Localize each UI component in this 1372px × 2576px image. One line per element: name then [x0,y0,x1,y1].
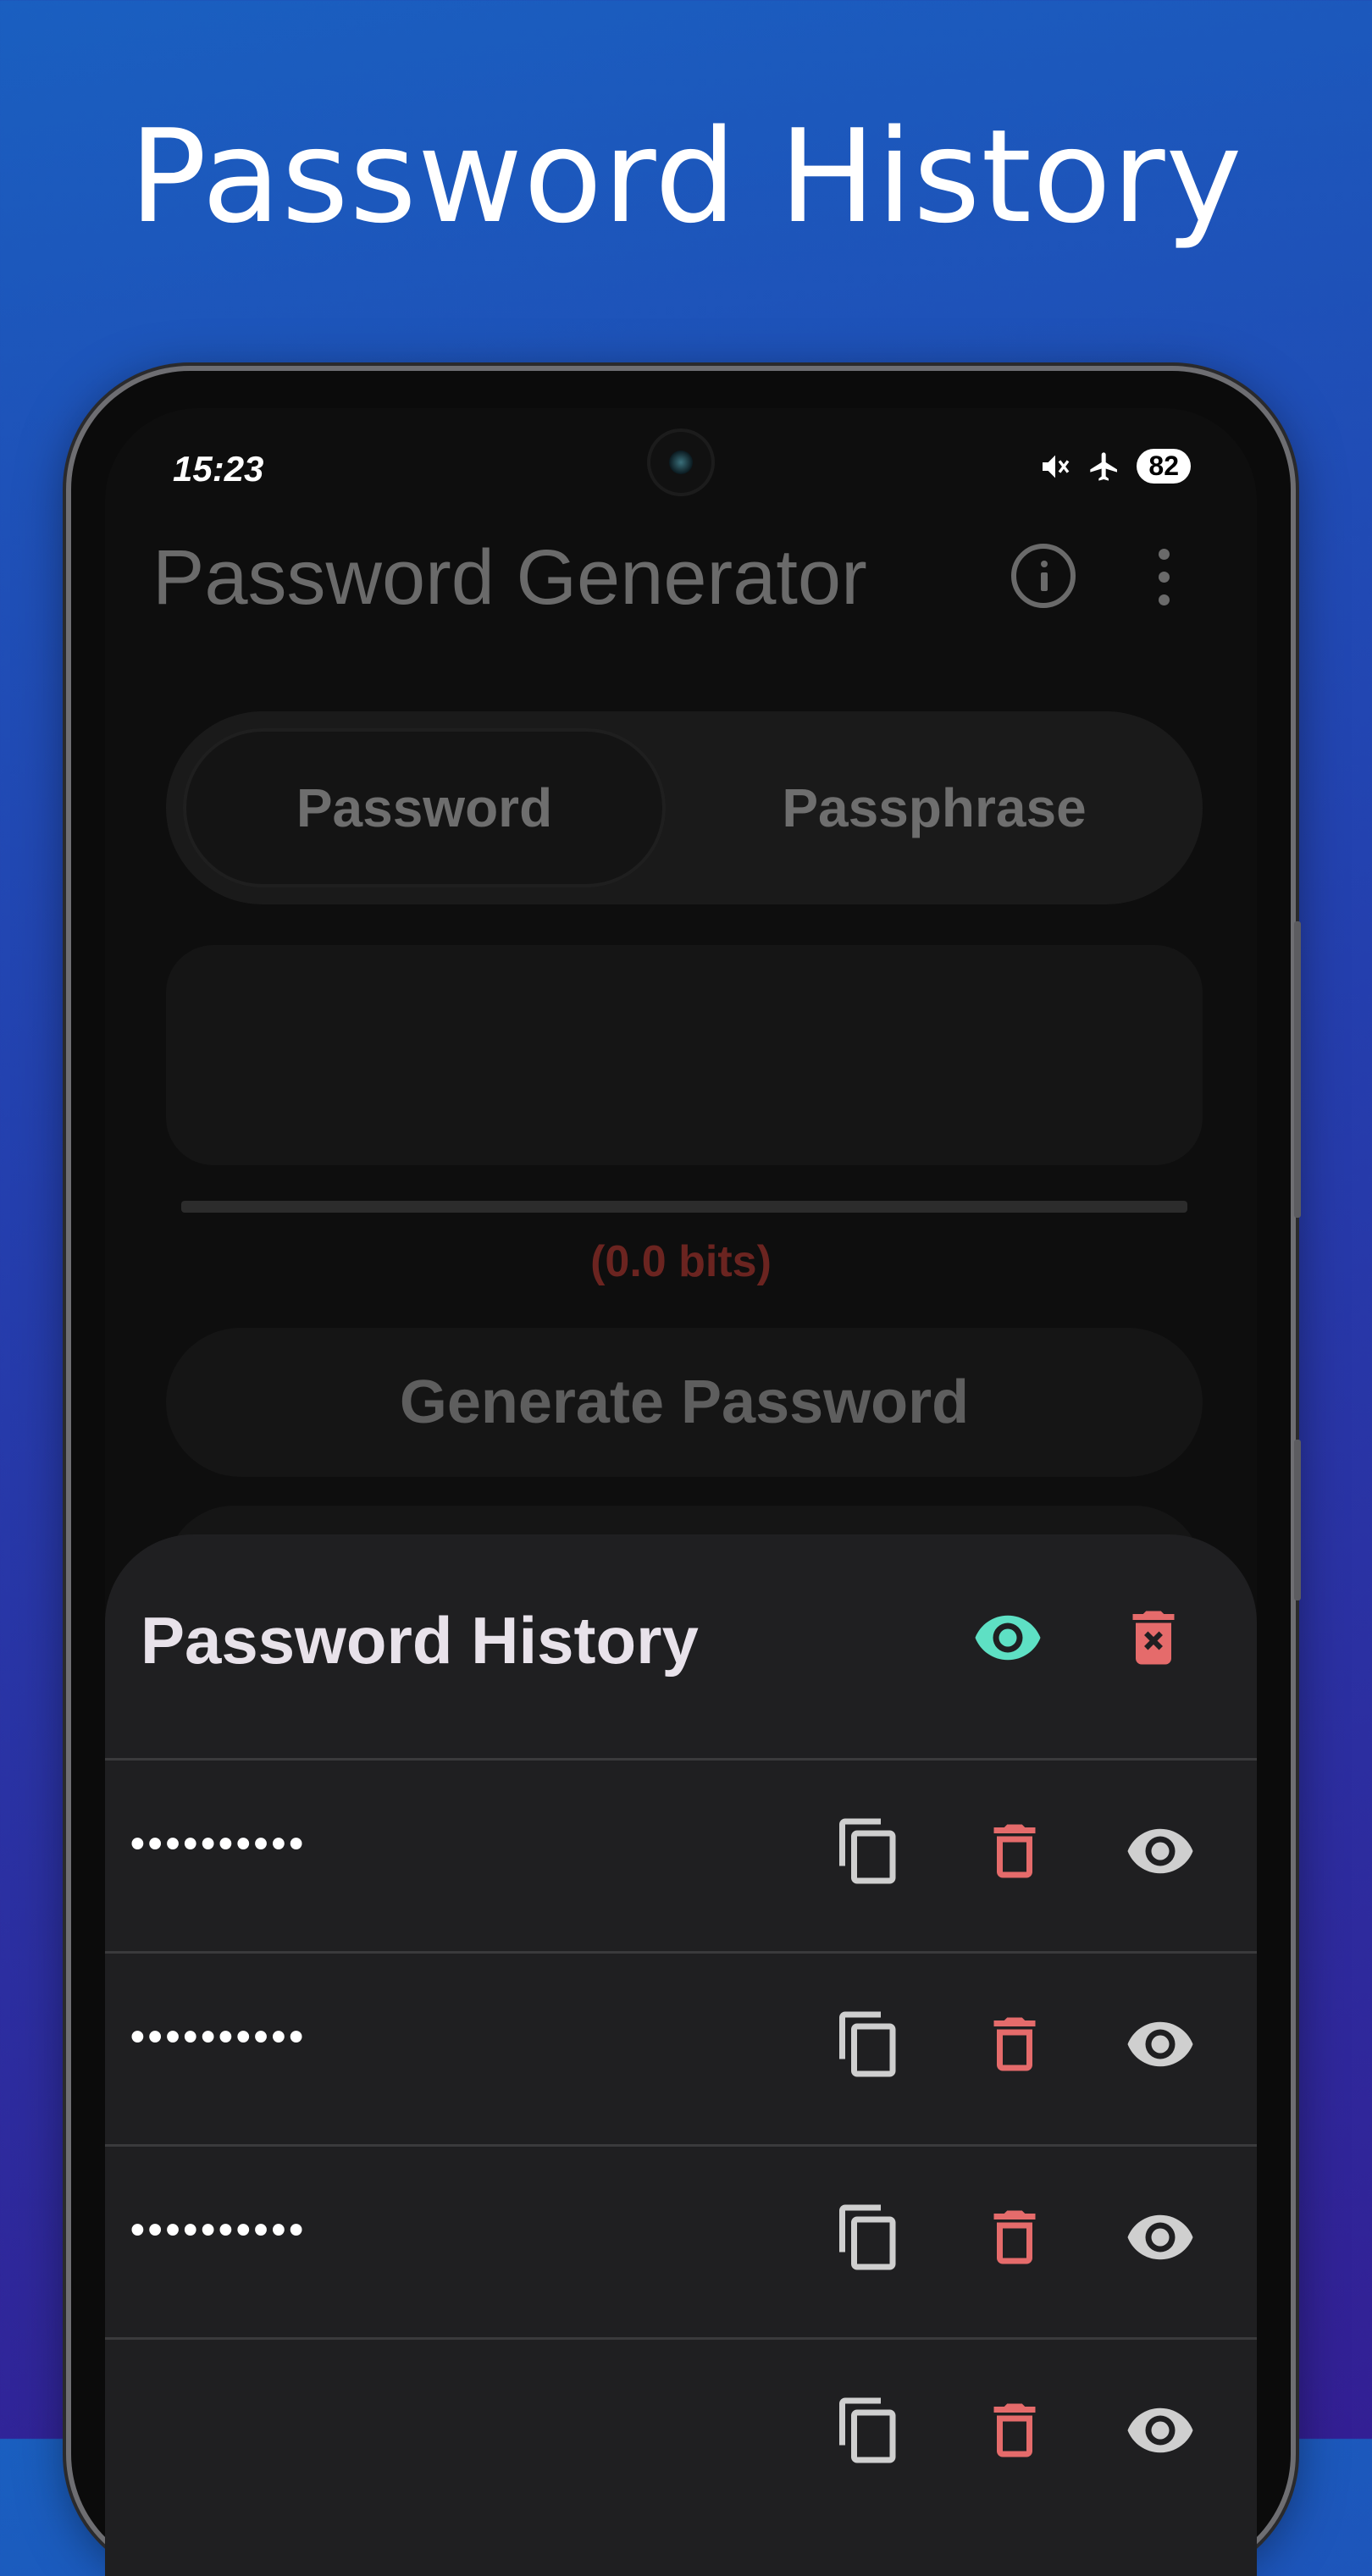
phone-screen: 15:23 82 Password Generator Password Pas… [105,408,1257,2576]
list-item: •••••••••• [105,1953,1257,2142]
tab-password[interactable]: Password [183,728,666,887]
app-bar: Password Generator [105,527,1257,628]
history-title: Password History [141,1603,699,1678]
app-title: Password Generator [152,534,867,621]
front-camera [650,432,711,493]
list-item [105,2339,1257,2529]
info-icon[interactable] [1011,544,1076,608]
copy-icon[interactable] [833,2202,905,2273]
list-item: •••••••••• [105,1760,1257,1949]
eye-icon[interactable] [972,1602,1043,1673]
battery-indicator: 82 [1137,449,1191,484]
volume-button [1294,921,1301,1218]
show-password-eye-icon[interactable] [1125,2202,1196,2273]
power-button [1294,1440,1301,1600]
phone-frame: 15:23 82 Password Generator Password Pas… [71,371,1301,2576]
airplane-icon [1087,450,1121,484]
more-vert-icon[interactable] [1155,547,1172,608]
copy-icon[interactable] [833,2009,905,2080]
copy-icon[interactable] [833,2395,905,2466]
history-bottom-sheet: Password History •••••••••• •••••••••• •… [105,1534,1257,2576]
show-password-eye-icon[interactable] [1125,1816,1196,1887]
generate-password-button[interactable]: Generate Password [166,1328,1203,1477]
strength-bar [181,1201,1187,1213]
delete-icon[interactable] [979,2009,1050,2080]
delete-icon[interactable] [979,1816,1050,1887]
copy-icon[interactable] [833,1816,905,1887]
mute-icon [1038,450,1072,484]
masked-password: •••••••••• [130,2208,307,2253]
show-password-eye-icon[interactable] [1125,2009,1196,2080]
status-time: 15:23 [173,449,264,489]
status-bar: 15:23 82 [105,408,1257,501]
password-output[interactable] [166,945,1203,1165]
status-icons: 82 [1038,449,1191,484]
strength-bits-label: (0.0 bits) [590,1237,772,1286]
delete-forever-icon[interactable] [1118,1602,1189,1673]
mode-selector: Password Passphrase [166,711,1203,904]
tab-passphrase[interactable]: Passphrase [683,728,1186,887]
masked-password: •••••••••• [130,2015,307,2059]
masked-password: •••••••••• [130,1821,307,1866]
list-item: •••••••••• [105,2146,1257,2336]
delete-icon[interactable] [979,2395,1050,2466]
show-password-eye-icon[interactable] [1125,2395,1196,2466]
delete-icon[interactable] [979,2202,1050,2273]
promo-title: Password History [129,102,1243,252]
